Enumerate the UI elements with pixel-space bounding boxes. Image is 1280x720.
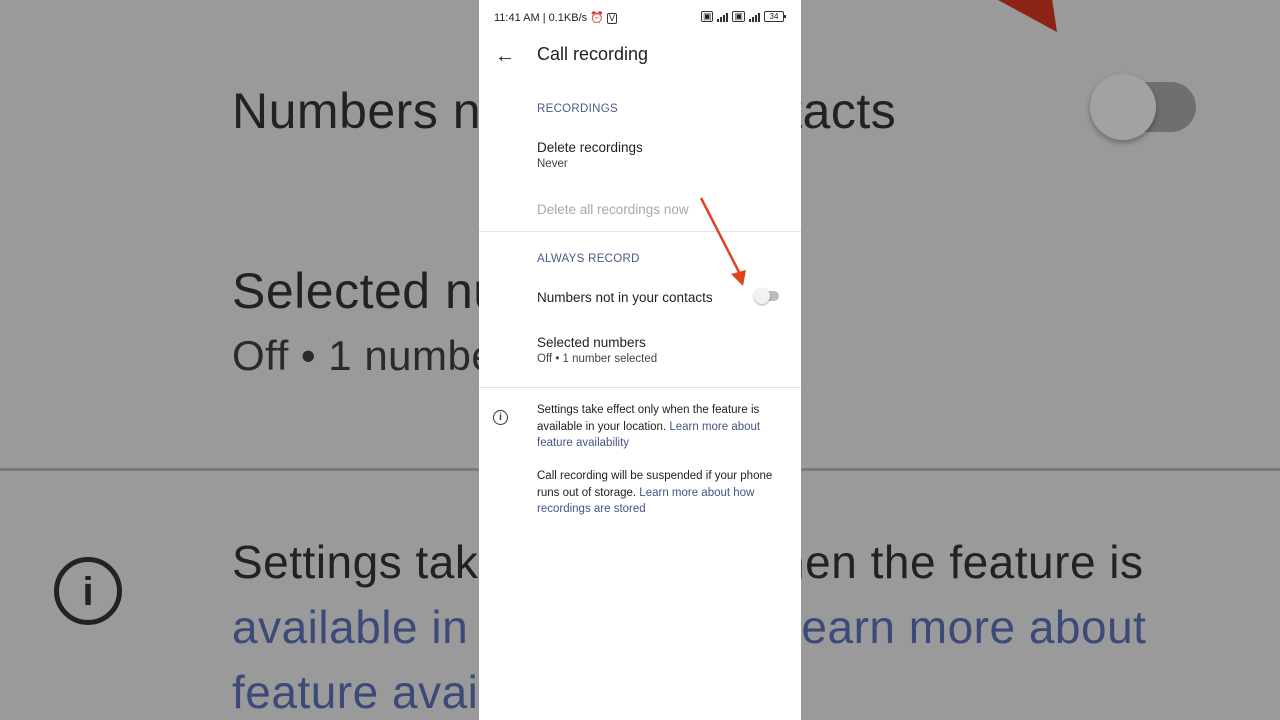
background-arrow — [998, 0, 1082, 50]
annotation-arrow — [699, 197, 746, 286]
background-toggle — [1090, 74, 1196, 140]
arrow-shaft — [699, 197, 741, 273]
background-info-icon: i — [54, 557, 122, 625]
arrow-head — [731, 270, 746, 286]
phone-screen: 11:41 AM | 0.1KB/s ⏰ V ▣ ▣ 34 ← Call rec… — [479, 0, 801, 720]
